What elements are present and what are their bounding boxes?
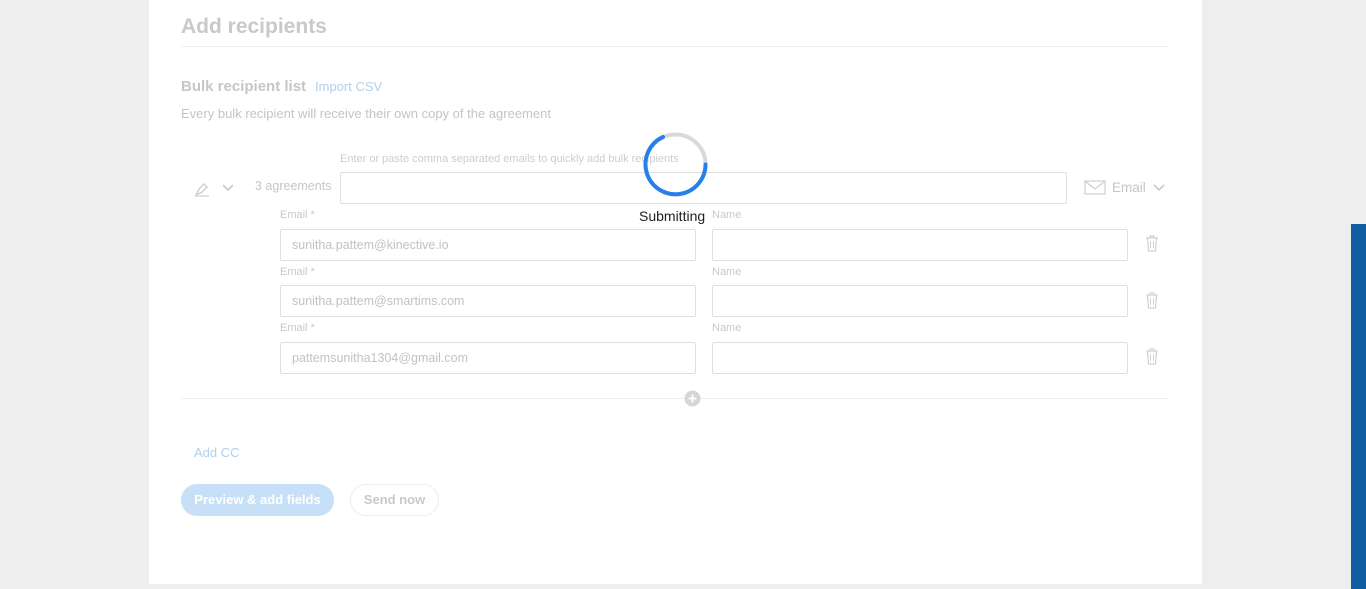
trash-icon[interactable] [1145,348,1159,365]
bulk-input-hint: Enter or paste comma separated emails to… [340,153,679,165]
name-label: Name [712,209,742,221]
email-field[interactable]: sunitha.pattem@kinective.io [280,229,696,261]
bulk-description: Every bulk recipient will receive their … [181,106,551,121]
name-field[interactable] [712,229,1128,261]
delivery-method-select[interactable]: Email [1112,180,1146,195]
preview-add-fields-button[interactable]: Preview & add fields [181,484,334,516]
divider [181,46,1168,47]
trash-icon[interactable] [1145,235,1159,252]
pen-icon[interactable] [193,180,211,198]
submitting-status: Submitting [639,208,706,224]
email-label: Email * [280,209,315,221]
send-now-button[interactable]: Send now [350,484,439,516]
agreements-count: 3 agreements [255,179,332,193]
email-field[interactable]: pattemsunitha1304@gmail.com [280,342,696,374]
name-label: Name [712,322,742,334]
add-recipients-panel: Add recipients Bulk recipient list Impor… [149,0,1202,584]
import-csv-link[interactable]: Import CSV [315,79,382,94]
mail-icon [1084,180,1106,195]
bulk-recipient-label: Bulk recipient list [181,78,307,95]
name-field[interactable] [712,285,1128,317]
divider [181,398,1168,399]
add-recipient-icon[interactable] [684,390,701,407]
page-title: Add recipients [181,15,327,38]
email-field[interactable]: sunitha.pattem@smartims.com [280,285,696,317]
trash-icon[interactable] [1145,292,1159,309]
chevron-down-icon[interactable] [222,184,234,192]
email-label: Email * [280,322,315,334]
loading-spinner-icon [643,132,708,197]
side-panel-strip [1351,224,1366,589]
email-label: Email * [280,266,315,278]
add-cc-link[interactable]: Add CC [194,445,240,460]
chevron-down-icon[interactable] [1153,184,1165,192]
name-field[interactable] [712,342,1128,374]
name-label: Name [712,266,742,278]
